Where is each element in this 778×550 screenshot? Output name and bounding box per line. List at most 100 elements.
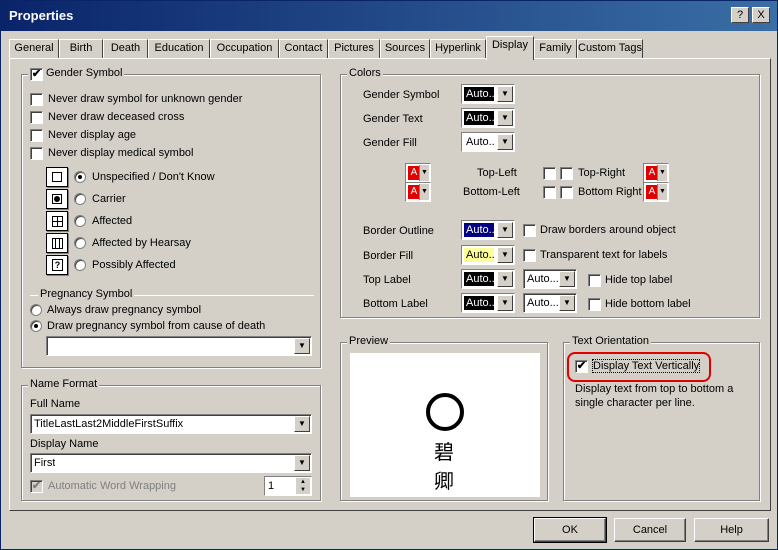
- top-right-color-button[interactable]: A ▼: [643, 163, 669, 183]
- status-unspecified-radio[interactable]: [74, 171, 86, 183]
- border-fill-combo[interactable]: Auto... ▼: [461, 245, 515, 265]
- hide-bottom-label-checkbox[interactable]: [588, 298, 601, 311]
- status-possibly-radio[interactable]: [74, 259, 86, 271]
- chevron-down-icon[interactable]: ▼: [497, 110, 513, 126]
- chevron-down-icon[interactable]: ▼: [294, 338, 310, 354]
- chevron-down-icon[interactable]: ▼: [559, 271, 575, 287]
- bottom-label-color-combo[interactable]: Auto... ▼: [461, 293, 515, 313]
- bottom-label-bg-combo[interactable]: Auto... ▼: [523, 293, 577, 313]
- chevron-down-icon[interactable]: ▼: [294, 416, 310, 432]
- border-outline-combo[interactable]: Auto... ▼: [461, 220, 515, 240]
- colors-group: Colors Gender Symbol Auto... ▼ Gender Te…: [340, 67, 760, 318]
- gender-symbol-color-combo[interactable]: Auto... ▼: [461, 84, 515, 104]
- top-label-bg-value: Auto...: [527, 273, 559, 285]
- never-display-age-checkbox[interactable]: [30, 129, 43, 142]
- tab-death[interactable]: Death: [103, 39, 148, 59]
- never-medical-symbol-checkbox[interactable]: [30, 147, 43, 160]
- gender-symbol-color-label: Gender Symbol: [363, 89, 440, 101]
- tab-family[interactable]: Family: [534, 39, 577, 59]
- cancel-button[interactable]: Cancel: [614, 518, 686, 542]
- status-affected-radio[interactable]: [74, 215, 86, 227]
- gender-fill-color-value: Auto...: [464, 135, 494, 149]
- gender-text-color-combo[interactable]: Auto... ▼: [461, 108, 515, 128]
- chevron-down-icon[interactable]: ▼: [559, 295, 575, 311]
- top-label-color-combo[interactable]: Auto... ▼: [461, 269, 515, 289]
- bottom-left-label: Bottom-Left: [463, 186, 520, 198]
- help-title-button[interactable]: ?: [731, 7, 749, 23]
- chevron-down-icon[interactable]: ▼: [497, 134, 513, 150]
- chevron-down-icon[interactable]: ▼: [294, 455, 310, 471]
- chevron-down-icon: ▼: [419, 165, 429, 181]
- gender-fill-color-combo[interactable]: Auto... ▼: [461, 132, 515, 152]
- tab-sources[interactable]: Sources: [380, 39, 430, 59]
- gender-symbol-checkbox[interactable]: ✔: [30, 68, 43, 81]
- never-deceased-cross-checkbox[interactable]: [30, 111, 43, 124]
- pregnancy-cause-combo[interactable]: ▼: [46, 336, 312, 356]
- tab-general[interactable]: General: [9, 39, 59, 59]
- ok-button[interactable]: OK: [533, 517, 607, 543]
- never-unknown-gender-checkbox[interactable]: [30, 93, 43, 106]
- name-format-label: Name Format: [28, 378, 100, 390]
- help-button[interactable]: Help: [694, 518, 769, 542]
- word-wrap-checkbox[interactable]: ✔: [30, 480, 43, 493]
- never-deceased-cross-label: Never draw deceased cross: [48, 111, 185, 123]
- spin-down-icon[interactable]: ▼: [296, 486, 310, 494]
- preview-canvas: 碧 卿: [350, 353, 540, 497]
- tab-display[interactable]: Display: [486, 36, 534, 60]
- transparent-text-label: Transparent text for labels: [540, 249, 668, 261]
- transparent-text-checkbox[interactable]: [523, 249, 536, 262]
- bottom-right-color-button[interactable]: A ▼: [643, 182, 669, 202]
- chevron-down-icon[interactable]: ▼: [497, 247, 513, 263]
- full-name-combo[interactable]: TitleLastLast2MiddleFirstSuffix ▼: [30, 414, 312, 434]
- tab-occupation[interactable]: Occupation: [210, 39, 279, 59]
- tab-education[interactable]: Education: [148, 39, 210, 59]
- chevron-down-icon[interactable]: ▼: [497, 295, 513, 311]
- carrier-dot-icon: [46, 189, 68, 209]
- hide-top-label-checkbox[interactable]: [588, 274, 601, 287]
- top-right-label: Top-Right: [578, 167, 626, 179]
- display-vertically-label: Display Text Vertically: [591, 359, 701, 373]
- border-outline-label: Border Outline: [363, 225, 434, 237]
- status-hearsay-label: Affected by Hearsay: [92, 237, 191, 249]
- border-fill-label: Border Fill: [363, 250, 414, 262]
- gender-symbol-group: Gender Symbol ✔ Never draw symbol for un…: [21, 67, 321, 368]
- hearsay-square-icon: [46, 233, 68, 253]
- tab-hyperlink[interactable]: Hyperlink: [430, 39, 486, 59]
- status-carrier-radio[interactable]: [74, 193, 86, 205]
- tab-contact[interactable]: Contact: [279, 39, 328, 59]
- display-panel: Gender Symbol ✔ Never draw symbol for un…: [9, 58, 771, 511]
- preview-group: Preview 碧 卿: [340, 335, 548, 501]
- full-name-value: TitleLastLast2MiddleFirstSuffix: [34, 418, 184, 430]
- full-name-label: Full Name: [30, 398, 81, 410]
- tab-pictures[interactable]: Pictures: [328, 39, 380, 59]
- question-square-icon: ?: [46, 255, 68, 275]
- preview-label: Preview: [347, 335, 391, 347]
- bottom-left-checkbox[interactable]: [543, 186, 556, 199]
- word-wrap-spinner[interactable]: 1 ▲ ▼: [264, 476, 312, 496]
- gender-symbol-label: Gender Symbol: [46, 67, 123, 79]
- top-left-checkbox[interactable]: [543, 167, 556, 180]
- spin-up-icon[interactable]: ▲: [296, 478, 310, 486]
- top-label-color-label: Top Label: [363, 274, 411, 286]
- chevron-down-icon[interactable]: ▼: [497, 86, 513, 102]
- gender-text-color-label: Gender Text: [363, 113, 423, 125]
- top-left-color-button[interactable]: A ▼: [405, 163, 431, 183]
- display-vertically-checkbox[interactable]: ✔: [575, 360, 588, 373]
- bottom-label-color-value: Auto...: [464, 296, 494, 310]
- top-label-bg-combo[interactable]: Auto... ▼: [523, 269, 577, 289]
- close-title-button[interactable]: X: [752, 7, 770, 23]
- status-hearsay-radio[interactable]: [74, 237, 86, 249]
- status-unspecified-label: Unspecified / Don't Know: [92, 171, 215, 183]
- chevron-down-icon[interactable]: ▼: [497, 271, 513, 287]
- draw-borders-checkbox[interactable]: [523, 224, 536, 237]
- chevron-down-icon: ▼: [657, 184, 667, 200]
- gender-text-color-value: Auto...: [464, 111, 494, 125]
- top-left-label: Top-Left: [477, 167, 517, 179]
- tab-birth[interactable]: Birth: [59, 39, 103, 59]
- pregnancy-cause-radio[interactable]: [30, 320, 42, 332]
- display-name-combo[interactable]: First ▼: [30, 453, 312, 473]
- tab-custom-tags[interactable]: Custom Tags: [577, 39, 643, 59]
- pregnancy-always-radio[interactable]: [30, 304, 42, 316]
- chevron-down-icon[interactable]: ▼: [497, 222, 513, 238]
- bottom-left-color-button[interactable]: A ▼: [405, 182, 431, 202]
